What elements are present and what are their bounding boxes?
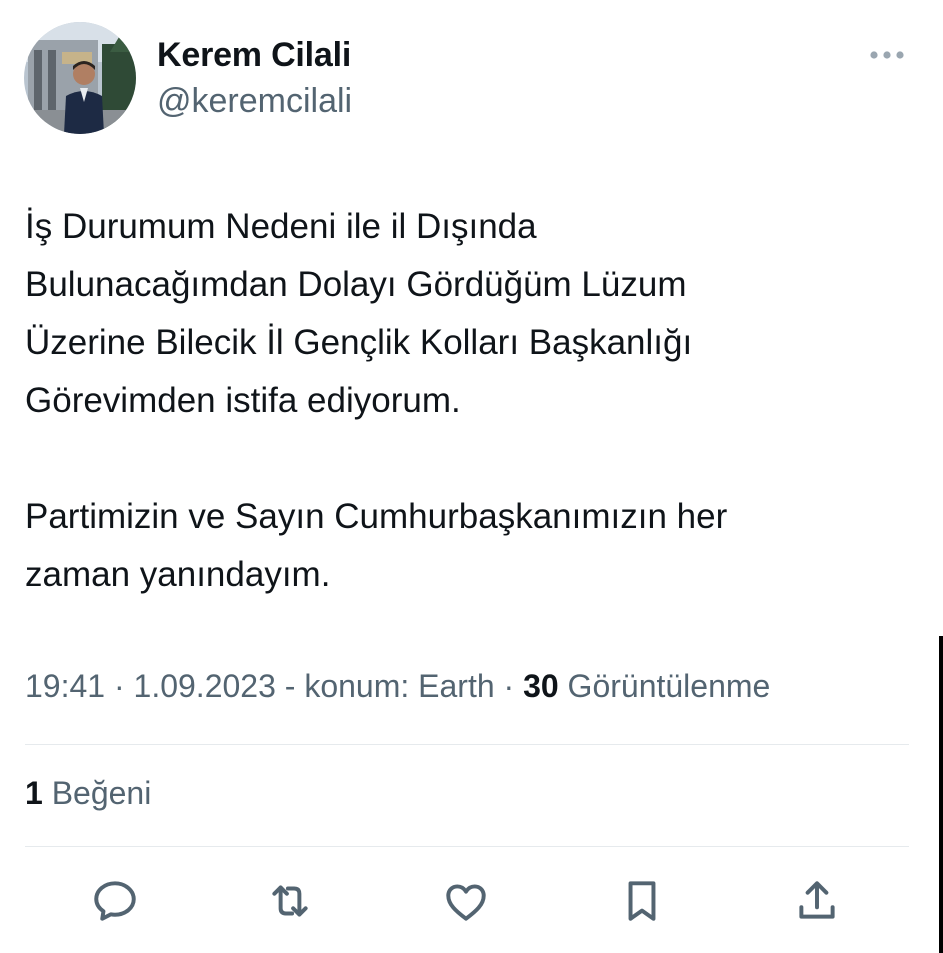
views-label: Görüntülenme	[567, 668, 771, 704]
views-count: 30	[523, 668, 559, 704]
tweet-date[interactable]: 1.09.2023	[134, 668, 276, 704]
divider	[25, 744, 909, 745]
author-name[interactable]: Kerem Cilali	[157, 36, 351, 75]
reply-icon	[94, 881, 136, 921]
edge-border	[939, 636, 943, 953]
likes-label: Beğeni	[51, 775, 152, 811]
tweet-time[interactable]: 19:41	[25, 668, 105, 704]
meta-dash: -	[284, 668, 296, 704]
like-button[interactable]	[441, 876, 491, 926]
bookmark-button[interactable]	[617, 876, 667, 926]
bookmark-icon	[628, 881, 656, 921]
meta-separator: ·	[503, 668, 515, 704]
avatar[interactable]	[24, 22, 136, 134]
tweet-text: İş Durumum Nedeni ile il Dışında Bulunac…	[25, 207, 728, 594]
reply-button[interactable]	[90, 876, 140, 926]
meta-separator: ·	[113, 668, 125, 704]
retweet-button[interactable]	[265, 876, 315, 926]
share-button[interactable]	[792, 876, 842, 926]
like-icon	[446, 884, 486, 921]
tweet-location: konum: Earth	[304, 668, 495, 704]
divider	[25, 846, 909, 847]
more-icon	[870, 51, 904, 59]
tweet-meta: 19:41 · 1.09.2023 - konum: Earth · 30 Gö…	[25, 668, 770, 705]
more-button[interactable]	[866, 40, 908, 70]
share-icon	[799, 881, 835, 919]
avatar-photo	[24, 22, 136, 134]
likes-count: 1	[25, 775, 43, 811]
retweet-icon	[272, 885, 308, 917]
author-handle[interactable]: @keremcilali	[157, 82, 352, 121]
likes-summary[interactable]: 1 Beğeni	[25, 775, 151, 812]
